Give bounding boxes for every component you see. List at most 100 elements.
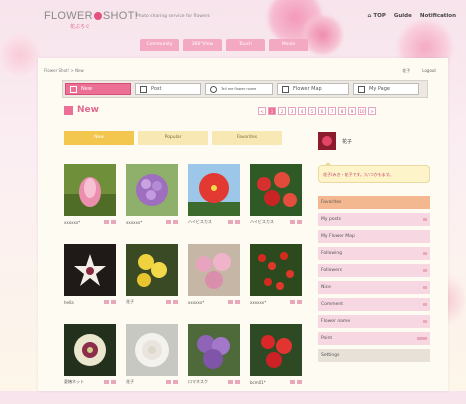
photo-thumbnail[interactable] [188,164,240,216]
comment-icon [166,300,171,304]
photo-thumbnail[interactable] [64,164,116,216]
pager-page[interactable]: 6 [318,107,326,115]
nice-icon [235,380,240,384]
photo-card[interactable]: hella [64,244,116,324]
count-badge [423,218,427,221]
breadcrumb[interactable]: Flower Shot! > New [44,68,84,73]
photo-caption[interactable]: 花子 [126,379,134,385]
sidebar-item-point[interactable]: Point [318,332,430,345]
pager-page[interactable]: 8 [338,107,346,115]
photo-card[interactable]: xxxxxx* [188,244,240,324]
pager-page[interactable]: 3 [288,107,296,115]
photo-thumbnail[interactable] [250,164,302,216]
top-link-guide[interactable]: Guide [394,13,412,19]
photo-caption[interactable]: bcm01* [250,380,266,385]
pager-prev[interactable]: < [258,107,266,115]
comment-icon [104,300,109,304]
top-links: ⌂ TOP Guide Notification [367,13,456,19]
photo-caption[interactable]: ハイビスカス [250,219,274,225]
mypage-icon [358,85,365,93]
nav-post-button[interactable]: Post [135,83,201,95]
sidebar-item-nice[interactable]: Nice [318,281,430,294]
tab-360-view[interactable]: 360°View [183,39,222,51]
pager-page[interactable]: 9 [348,107,356,115]
pager-page[interactable]: 2 [278,107,286,115]
photo-thumbnail[interactable] [250,324,302,376]
comment-icon [166,380,171,384]
photo-card[interactable]: ロマネスク [188,324,240,404]
sort-tab-popular[interactable]: Popular [138,131,208,145]
photo-card[interactable]: ハイビスカス [250,164,302,244]
pager-page[interactable]: 5 [308,107,316,115]
comment-icon [290,220,295,224]
logo-subtitle: 花ぶろぐ [70,24,91,30]
photo-card[interactable]: 花子 [126,324,178,404]
sidebar-item-my-posts[interactable]: My posts [318,213,430,226]
photo-card[interactable]: xxxxxx* [126,164,178,244]
photo-card[interactable]: 花子 [126,244,178,324]
nav-my-page-button[interactable]: My Page [353,83,419,95]
sidebar-item-comment[interactable]: Comment [318,298,430,311]
comment-icon [228,220,233,224]
sidebar-menu: Favorites My posts My Flower Map Followi… [318,196,430,362]
photo-caption[interactable]: xxxxxx* [64,220,80,225]
logo-text: FLOWER [44,10,93,22]
photo-thumbnail[interactable] [64,244,116,296]
sidebar-item-my-flower-map[interactable]: My Flower Map [318,230,430,243]
sort-tabs: New Popular Favorites [64,131,282,145]
count-badge [423,252,427,255]
photo-caption[interactable]: 花子 [126,299,134,305]
photo-caption[interactable]: 夏椿ネット [64,379,84,385]
photo-caption[interactable]: ハイビスカス [188,219,212,225]
photo-card[interactable]: ハイビスカス [188,164,240,244]
photo-thumbnail[interactable] [250,244,302,296]
photo-caption[interactable]: xxxxxx* [188,300,204,305]
photo-caption[interactable]: hella [64,300,74,305]
map-icon [282,85,289,93]
photo-thumbnail[interactable] [64,324,116,376]
site-logo[interactable]: FLOWER SHOT! [44,10,138,22]
photo-thumbnail[interactable] [188,324,240,376]
pager-page[interactable]: 4 [298,107,306,115]
sidebar-item-favorites[interactable]: Favorites [318,196,430,209]
photo-caption[interactable]: ロマネスク [188,379,208,385]
count-badge [423,320,427,323]
photo-card[interactable]: bcm01* [250,324,302,404]
photo-card[interactable]: xxxxxx* [64,164,116,244]
photo-thumbnail[interactable] [126,164,178,216]
sidebar-item-following[interactable]: Following [318,247,430,260]
nav-flower-name-button[interactable]: Tell me flower name [205,83,273,95]
pager-page[interactable]: 7 [328,107,336,115]
photo-thumbnail[interactable] [126,324,178,376]
pager-page[interactable]: 1 [268,107,276,115]
avatar[interactable] [318,132,336,150]
site-tagline: Photo sharing service for flowers [136,14,210,19]
top-link-top[interactable]: ⌂ TOP [367,13,385,19]
sidebar-item-flower-name[interactable]: Flower name [318,315,430,328]
tab-touch[interactable]: Touch [226,39,265,51]
sidebar-item-settings[interactable]: Settings [318,349,430,362]
photo-caption[interactable]: xxxxxx* [250,300,266,305]
photo-card[interactable]: 夏椿ネット [64,324,116,404]
pager-next[interactable]: > [368,107,376,115]
photo-caption[interactable]: xxxxxx* [126,220,142,225]
logout-link[interactable]: Logout [422,68,436,74]
tab-community[interactable]: Community [140,39,179,51]
nice-icon [235,220,240,224]
sort-tab-favorites[interactable]: Favorites [212,131,282,145]
photo-card[interactable]: xxxxxx* [250,244,302,324]
sidebar-item-followers[interactable]: Followers [318,264,430,277]
pager-page[interactable]: 10 [358,107,366,115]
sort-tab-new[interactable]: New [64,131,134,145]
comment-icon [104,380,109,384]
top-link-notification[interactable]: Notification [420,13,456,19]
nav-new-button[interactable]: New [65,83,131,95]
tab-movie[interactable]: Movie [269,39,308,51]
nice-icon [111,380,116,384]
account-user[interactable]: 花子 [402,68,410,74]
photo-thumbnail[interactable] [126,244,178,296]
nav-flower-map-button[interactable]: Flower Map [277,83,349,95]
user-name[interactable]: 花子 [342,138,352,145]
count-badge [423,286,427,289]
photo-thumbnail[interactable] [188,244,240,296]
